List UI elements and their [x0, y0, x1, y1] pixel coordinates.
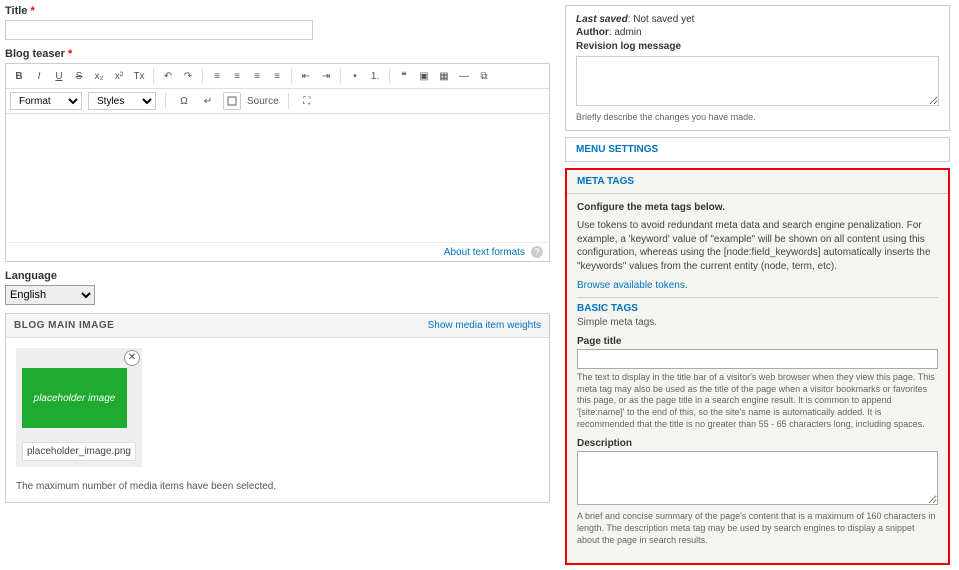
text-formats-link[interactable]: About text formats — [444, 247, 525, 258]
title-input[interactable] — [5, 20, 313, 40]
redo-icon[interactable]: ↷ — [179, 67, 197, 85]
meta-intro: Use tokens to avoid redundant meta data … — [577, 219, 938, 273]
align-left-icon[interactable]: ≡ — [208, 67, 226, 85]
source-button[interactable] — [223, 92, 241, 110]
log-textarea[interactable] — [576, 56, 939, 106]
blog-image-panel: BLOG MAIN IMAGE Show media item weights … — [5, 313, 550, 503]
revision-box: Last saved: Not saved yet Author: admin … — [565, 5, 950, 131]
close-icon[interactable]: ✕ — [124, 350, 140, 366]
ul-icon[interactable]: • — [346, 67, 364, 85]
meta-configure: Configure the meta tags below. — [577, 202, 938, 213]
source-label[interactable]: Source — [247, 96, 279, 107]
styles-select[interactable]: Styles — [88, 92, 156, 110]
blog-image-title: BLOG MAIN IMAGE — [14, 320, 114, 331]
format-select[interactable]: Format — [10, 92, 82, 110]
editor-toolbar: B I U S x₂ x² Tx ↶ ↷ ≡ ≡ ≡ ≡ ⇤ — [6, 64, 549, 89]
page-title-input[interactable] — [577, 349, 938, 369]
basic-tags-desc: Simple meta tags. — [577, 317, 938, 328]
log-label: Revision log message — [576, 41, 939, 52]
language-label: Language — [5, 270, 550, 282]
author-label: Author — [576, 27, 609, 38]
align-right-icon[interactable]: ≡ — [248, 67, 266, 85]
help-icon[interactable]: ? — [531, 246, 543, 258]
description-label: Description — [577, 438, 938, 449]
image-icon[interactable]: ▣ — [415, 67, 433, 85]
meta-tags-panel: META TAGS Configure the meta tags below.… — [565, 168, 950, 565]
align-center-icon[interactable]: ≡ — [228, 67, 246, 85]
subscript-icon[interactable]: x₂ — [90, 67, 108, 85]
meta-tags-title[interactable]: META TAGS — [567, 170, 948, 194]
last-saved-value: Not saved yet — [633, 14, 694, 25]
basic-tags-title[interactable]: BASIC TAGS — [577, 303, 938, 314]
language-select[interactable]: English — [5, 285, 95, 305]
italic-icon[interactable]: I — [30, 67, 48, 85]
align-justify-icon[interactable]: ≡ — [268, 67, 286, 85]
break-icon[interactable]: ↵ — [199, 92, 217, 110]
outdent-icon[interactable]: ⇤ — [297, 67, 315, 85]
max-items-note: The maximum number of media items have b… — [16, 481, 539, 492]
superscript-icon[interactable]: x² — [110, 67, 128, 85]
ol-icon[interactable]: 1. — [366, 67, 384, 85]
description-help: A brief and concise summary of the page'… — [577, 511, 938, 546]
table-icon[interactable]: ▦ — [435, 67, 453, 85]
clear-format-icon[interactable]: Tx — [130, 67, 148, 85]
last-saved-label: Last saved — [576, 14, 628, 25]
underline-icon[interactable]: U — [50, 67, 68, 85]
editor-body[interactable] — [6, 114, 549, 242]
indent-icon[interactable]: ⇥ — [317, 67, 335, 85]
page-title-label: Page title — [577, 336, 938, 347]
show-weights-link[interactable]: Show media item weights — [428, 320, 541, 331]
bold-icon[interactable]: B — [10, 67, 28, 85]
maximize-icon[interactable]: ⛶ — [298, 92, 316, 110]
hr-icon[interactable]: — — [455, 67, 473, 85]
description-textarea[interactable] — [577, 451, 938, 505]
menu-settings-section[interactable]: MENU SETTINGS — [565, 137, 950, 162]
undo-icon[interactable]: ↶ — [159, 67, 177, 85]
log-help: Briefly describe the changes you have ma… — [576, 112, 939, 122]
author-value: admin — [614, 27, 641, 38]
omega-icon[interactable]: Ω — [175, 92, 193, 110]
title-label: Title * — [5, 5, 550, 17]
rich-text-editor: B I U S x₂ x² Tx ↶ ↷ ≡ ≡ ≡ ≡ ⇤ — [5, 63, 550, 262]
strike-icon[interactable]: S — [70, 67, 88, 85]
link-icon[interactable]: ⧉ — [475, 67, 493, 85]
image-caption: placeholder_image.png — [22, 442, 136, 461]
browse-tokens-link[interactable]: Browse available tokens. — [577, 280, 688, 291]
teaser-label: Blog teaser * — [5, 48, 550, 60]
image-thumb[interactable]: ✕ placeholder image placeholder_image.pn… — [16, 348, 142, 467]
page-title-help: The text to display in the title bar of … — [577, 372, 938, 430]
quote-icon[interactable]: ❝ — [395, 67, 413, 85]
placeholder-image: placeholder image — [22, 368, 127, 428]
